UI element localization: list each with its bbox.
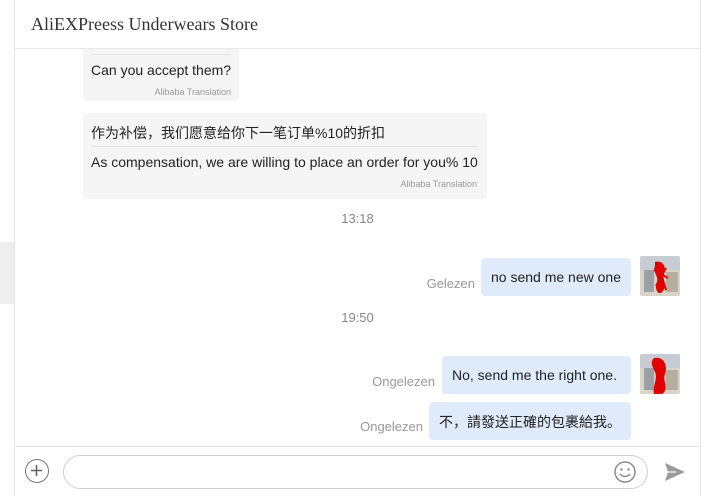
plus-circle-icon — [31, 465, 42, 476]
read-status: Gelezen — [426, 276, 475, 291]
outgoing-message-bubble: 不，請發送正確的包裹給我。 — [429, 402, 631, 440]
scrollbar-track[interactable] — [700, 0, 713, 496]
incoming-message-bubble: Can you accept them? Alibaba Translation — [83, 49, 239, 101]
timestamp: 13:18 — [341, 211, 374, 226]
translation-divider — [91, 146, 479, 147]
top-divider — [91, 54, 231, 55]
message-text: Can you accept them? — [91, 62, 232, 78]
message-text: No, send me the right one. — [452, 367, 617, 383]
outgoing-message-bubble: no send me new one — [481, 258, 631, 296]
add-attachment-button[interactable] — [25, 459, 49, 483]
chat-header: AliEXPreess Underwears Store — [15, 0, 700, 49]
user-avatar — [640, 354, 680, 394]
message-list[interactable]: Can you accept them? Alibaba Translation… — [15, 49, 700, 445]
message-composer — [15, 446, 700, 497]
message-text: 不，請發送正確的包裹給我。 — [439, 414, 621, 430]
message-input-box[interactable] — [63, 455, 648, 489]
outgoing-message-bubble: No, send me the right one. — [442, 356, 631, 394]
incoming-message-bubble: 作为补偿，我们愿意给你下一笔订单%10的折扣 As compensation, … — [83, 113, 487, 199]
message-input[interactable] — [78, 462, 602, 484]
send-button[interactable] — [663, 461, 687, 483]
store-title: AliEXPreess Underwears Store — [31, 14, 258, 34]
translation-label: Alibaba Translation — [154, 87, 231, 97]
avatar-image-icon — [640, 354, 680, 394]
avatar-image-icon — [640, 256, 680, 296]
smiley-icon — [614, 461, 636, 483]
timestamp: 19:50 — [341, 310, 374, 325]
message-text: no send me new one — [491, 269, 621, 285]
message-original-text: 作为补偿，我们愿意给你下一笔订单%10的折扣 — [91, 125, 386, 141]
message-translated-text: As compensation, we are willing to place… — [91, 154, 478, 170]
translation-label: Alibaba Translation — [400, 179, 477, 189]
send-arrow-icon — [665, 463, 685, 481]
left-panel-selected-block[interactable] — [0, 242, 14, 304]
user-avatar — [640, 256, 680, 296]
emoji-button[interactable] — [613, 460, 637, 484]
unread-status: Ongelezen — [360, 419, 423, 434]
unread-status: Ongelezen — [372, 374, 435, 389]
